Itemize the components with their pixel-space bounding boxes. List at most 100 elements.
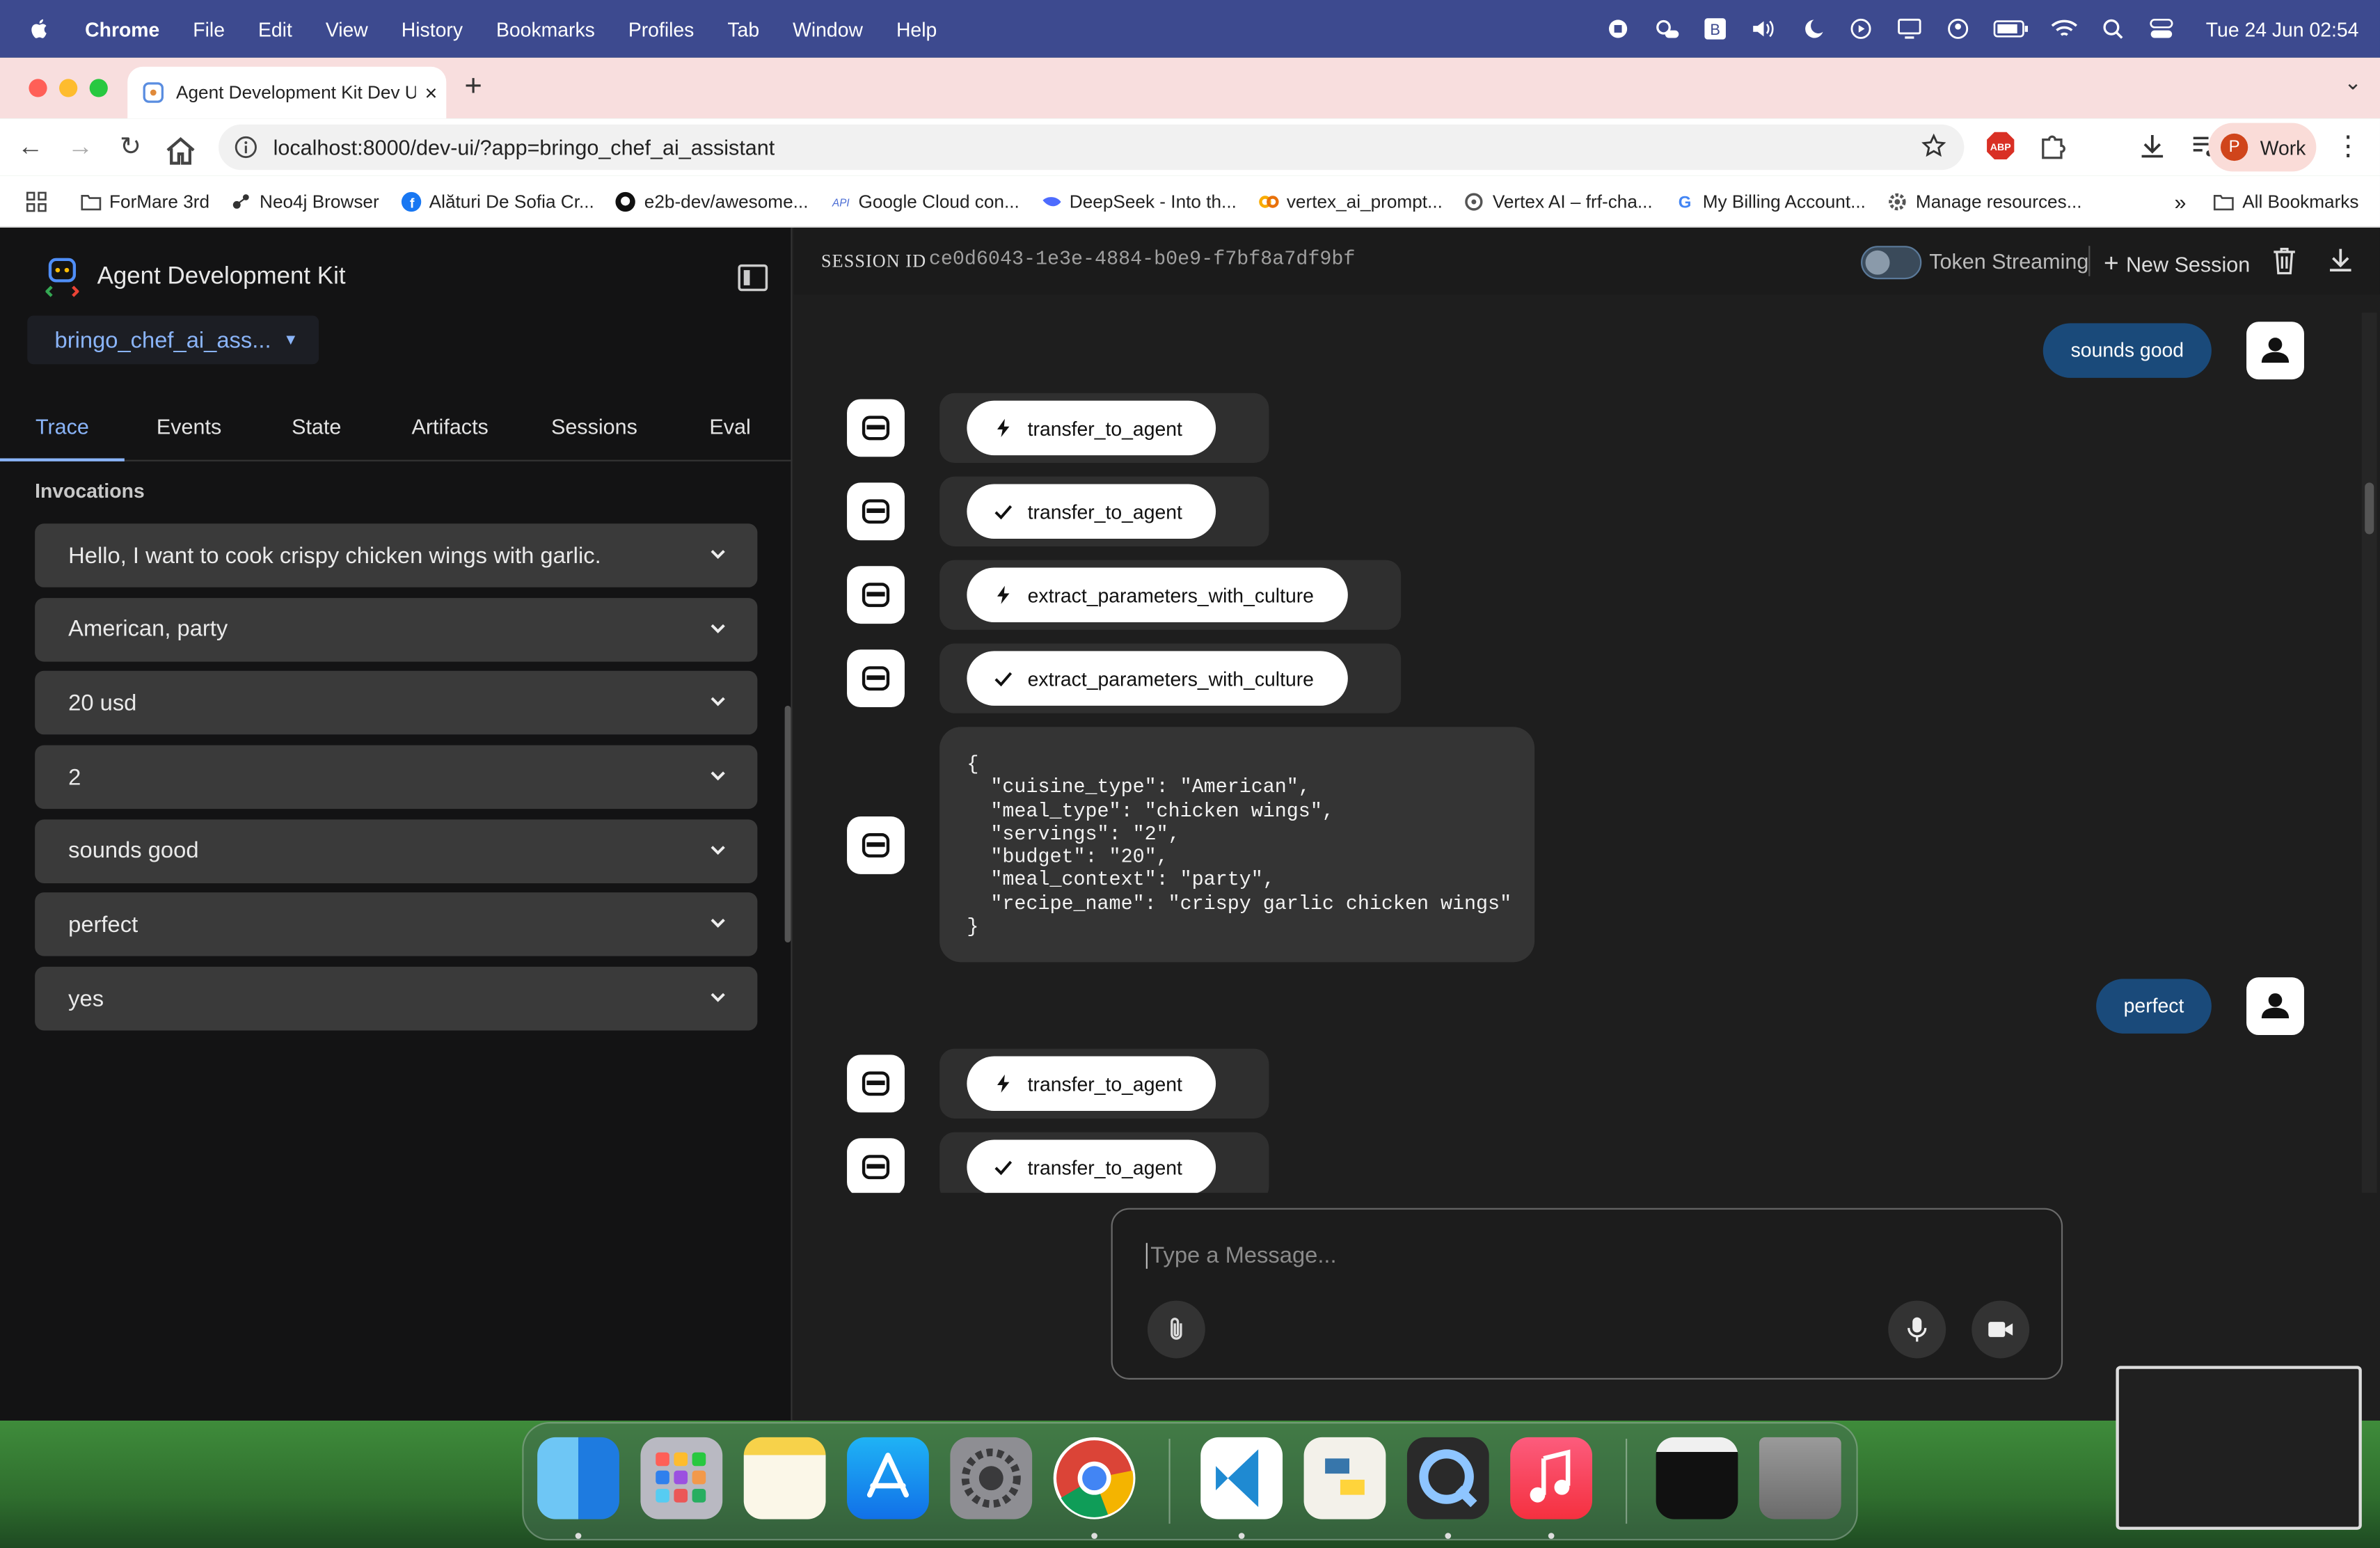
- bookmark-item[interactable]: e2b-dev/awesome...: [615, 191, 808, 212]
- back-arrow-icon[interactable]: ←: [14, 131, 47, 164]
- function-response-chip[interactable]: transfer_to_agent: [967, 484, 1216, 539]
- menu-tab[interactable]: Tab: [727, 17, 759, 40]
- attach-file-button[interactable]: [1147, 1300, 1205, 1359]
- play-icon[interactable]: [1848, 18, 1875, 40]
- menubar-clock[interactable]: Tue 24 Jun 02:54: [2206, 17, 2359, 40]
- bookmark-item[interactable]: vertex_ai_prompt...: [1258, 191, 1443, 212]
- chat-scrollbar-thumb[interactable]: [2365, 482, 2374, 535]
- invocation-item[interactable]: yes: [35, 967, 758, 1031]
- chrome-menu-icon[interactable]: ⋮: [2335, 131, 2362, 163]
- app-store-icon[interactable]: [847, 1437, 929, 1519]
- home-icon[interactable]: [164, 134, 198, 167]
- display-icon[interactable]: [1896, 18, 1923, 40]
- menu-bookmarks[interactable]: Bookmarks: [496, 17, 595, 40]
- launchpad-icon[interactable]: [640, 1437, 723, 1519]
- record-icon[interactable]: [1605, 18, 1632, 40]
- tab-search-chevron-icon[interactable]: ⌄: [2344, 70, 2362, 95]
- invocation-item[interactable]: 2: [35, 745, 758, 809]
- trash-icon[interactable]: [1759, 1437, 1841, 1519]
- tab-eval[interactable]: Eval: [668, 395, 793, 461]
- address-bar[interactable]: localhost:8000/dev-ui/?app=bringo_chef_a…: [219, 124, 1965, 171]
- quicktime-icon[interactable]: [1406, 1437, 1489, 1519]
- bookmark-item[interactable]: ForMare 3rd: [81, 191, 209, 212]
- battery-icon[interactable]: [1993, 18, 2029, 40]
- profile-button[interactable]: P Work: [2208, 123, 2317, 172]
- menu-file[interactable]: File: [193, 17, 225, 40]
- all-bookmarks-folder[interactable]: All Bookmarks: [2214, 191, 2358, 212]
- tab-trace[interactable]: Trace: [0, 395, 125, 461]
- download-session-icon[interactable]: [2327, 246, 2354, 273]
- tab-state[interactable]: State: [253, 395, 379, 461]
- app-selector-dropdown[interactable]: bringo_chef_ai_ass... ▼: [27, 315, 319, 365]
- weather-icon[interactable]: [1653, 18, 1681, 40]
- menu-edit[interactable]: Edit: [258, 17, 292, 40]
- spotlight-search-icon[interactable]: [2100, 18, 2127, 40]
- minimize-window-button[interactable]: [59, 79, 78, 97]
- menu-history[interactable]: History: [402, 17, 463, 40]
- adblock-icon[interactable]: ABP: [1985, 131, 2016, 161]
- collapse-panel-icon[interactable]: [738, 264, 768, 292]
- bookmark-item[interactable]: G My Billing Account...: [1674, 191, 1866, 212]
- menu-view[interactable]: View: [326, 17, 368, 40]
- wifi-icon[interactable]: [2051, 18, 2078, 40]
- menu-profiles[interactable]: Profiles: [628, 17, 695, 40]
- notes-icon[interactable]: [743, 1437, 826, 1519]
- browser-tab-active[interactable]: Agent Development Kit Dev U ×: [127, 66, 447, 119]
- close-tab-icon[interactable]: ×: [416, 81, 447, 105]
- menu-window[interactable]: Window: [793, 17, 863, 40]
- invocation-item[interactable]: perfect: [35, 893, 758, 957]
- close-window-button[interactable]: [29, 79, 47, 97]
- new-tab-button[interactable]: +: [464, 70, 482, 104]
- function-call-chip[interactable]: extract_parameters_with_culture: [967, 567, 1347, 622]
- system-settings-icon[interactable]: [950, 1437, 1033, 1519]
- function-response-chip[interactable]: extract_parameters_with_culture: [967, 651, 1347, 706]
- user-circle-icon[interactable]: [1945, 18, 1972, 40]
- bookmark-star-icon[interactable]: [1921, 133, 1946, 158]
- menu-help[interactable]: Help: [896, 17, 937, 40]
- reload-icon[interactable]: ↻: [114, 131, 148, 164]
- function-call-chip[interactable]: transfer_to_agent: [967, 400, 1216, 456]
- new-session-button[interactable]: + New Session: [2104, 249, 2250, 280]
- control-center-icon[interactable]: [2148, 18, 2175, 40]
- vscode-icon[interactable]: [1200, 1437, 1283, 1519]
- python-launcher-icon[interactable]: [1303, 1437, 1386, 1519]
- apps-grid-icon[interactable]: [26, 191, 47, 212]
- bookmark-item[interactable]: DeepSeek - Into th...: [1040, 191, 1237, 212]
- downloads-stack-icon[interactable]: [1656, 1437, 1738, 1519]
- tab-artifacts[interactable]: Artifacts: [379, 395, 521, 461]
- microphone-button[interactable]: [1888, 1300, 1946, 1359]
- invocation-item[interactable]: 20 usd: [35, 671, 758, 736]
- chrome-icon[interactable]: [1053, 1437, 1136, 1519]
- volume-icon[interactable]: [1750, 18, 1777, 40]
- tab-events[interactable]: Events: [125, 395, 253, 461]
- function-call-chip[interactable]: transfer_to_agent: [967, 1056, 1216, 1112]
- bookmark-item[interactable]: Manage resources...: [1887, 191, 2082, 212]
- menu-app-chrome[interactable]: Chrome: [85, 17, 159, 40]
- music-icon[interactable]: [1510, 1437, 1592, 1519]
- token-streaming-toggle[interactable]: [1861, 246, 1922, 280]
- extensions-puzzle-icon[interactable]: [2037, 131, 2068, 161]
- focus-moon-icon[interactable]: [1799, 18, 1826, 40]
- bookmark-item[interactable]: f Alături De Sofia Cr...: [400, 191, 594, 212]
- screenshot-thumbnail-preview[interactable]: [2116, 1366, 2362, 1530]
- delete-session-trash-icon[interactable]: [2272, 246, 2296, 275]
- maximize-window-button[interactable]: [89, 79, 108, 97]
- bookmark-item[interactable]: API Google Cloud con...: [830, 191, 1020, 212]
- invocation-item[interactable]: Hello, I want to cook crispy chicken win…: [35, 523, 758, 587]
- site-info-icon[interactable]: [234, 135, 258, 159]
- side-panel-scrollbar[interactable]: [784, 705, 791, 943]
- more-bookmarks-chevron-icon[interactable]: »: [2174, 190, 2186, 214]
- app-b-icon[interactable]: B: [1702, 18, 1729, 40]
- downloads-icon[interactable]: [2137, 131, 2168, 161]
- apple-icon[interactable]: [27, 17, 51, 41]
- video-button[interactable]: [1972, 1300, 2030, 1359]
- function-response-chip[interactable]: transfer_to_agent: [967, 1139, 1216, 1193]
- finder-icon[interactable]: [537, 1437, 619, 1519]
- forward-arrow-icon[interactable]: →: [64, 131, 97, 164]
- message-input[interactable]: Type a Message...: [1145, 1242, 1337, 1269]
- bookmark-item[interactable]: Neo4j Browser: [231, 191, 379, 212]
- bookmark-item[interactable]: Vertex AI – frf-cha...: [1463, 191, 1653, 212]
- invocation-item[interactable]: American, party: [35, 597, 758, 661]
- invocation-item[interactable]: sounds good: [35, 819, 758, 883]
- tab-sessions[interactable]: Sessions: [521, 395, 668, 461]
